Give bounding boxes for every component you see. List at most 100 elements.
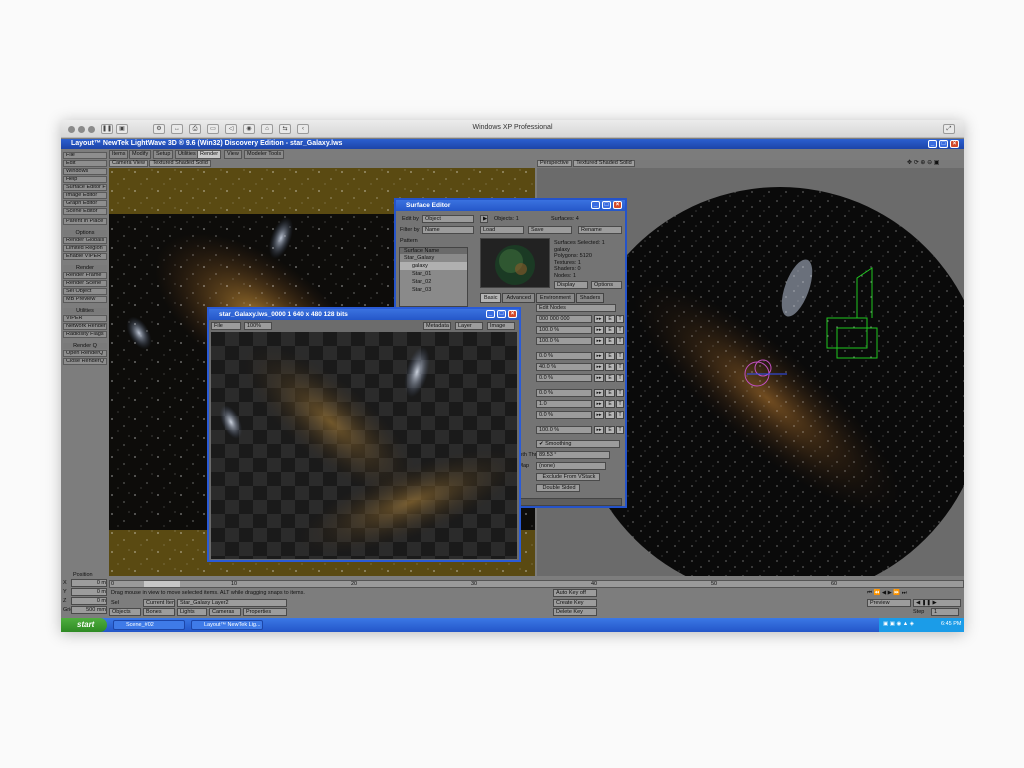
properties-button[interactable]: Properties	[243, 608, 287, 616]
btn-enable-viper[interactable]: Enable VIPER	[63, 253, 107, 260]
surface-list-item[interactable]: Star_02	[400, 278, 467, 286]
tab-view[interactable]: View	[224, 150, 242, 159]
playback-controls[interactable]: ⏮ ⏪ ◀ ▶ ⏩ ⏭	[867, 589, 963, 597]
iv-minimize-button[interactable]: _	[486, 310, 495, 318]
shading-dropdown[interactable]: Textured Shaded Solid	[149, 160, 211, 167]
preview-dropdown[interactable]: Preview	[867, 599, 911, 607]
property-value-input[interactable]: 0.0 %	[536, 352, 592, 360]
texture-t-button[interactable]: T	[616, 389, 624, 397]
fullscreen-icon[interactable]: ⤢	[943, 124, 955, 134]
envelope-e-button[interactable]: E	[605, 426, 615, 434]
property-value-input[interactable]: 100.0 %	[536, 337, 592, 345]
iv-file-menu[interactable]: File	[211, 322, 241, 330]
se-close-button[interactable]: ×	[613, 201, 622, 209]
shading-dropdown-right[interactable]: Textured Shaded Solid	[573, 160, 635, 167]
envelope-e-button[interactable]: E	[605, 374, 615, 382]
btn-render-scene[interactable]: Render Scene	[63, 280, 107, 287]
create-key-button[interactable]: Create Key	[553, 599, 597, 607]
surface-list[interactable]: Surface Name Star_Galaxy galaxy Star_01 Sta…	[399, 247, 468, 307]
grid-size-input[interactable]: 500 mm	[71, 606, 107, 614]
objects-button[interactable]: Objects	[109, 608, 141, 616]
btn-network-render[interactable]: Network Render	[63, 323, 107, 330]
btn-limited-region[interactable]: Limited Region	[63, 245, 107, 252]
envelope-button[interactable]: ▸▸	[594, 389, 604, 397]
edit-nodes-button[interactable]: Edit Nodes	[536, 304, 616, 312]
lights-button[interactable]: Lights	[177, 608, 207, 616]
filter-by-dropdown[interactable]: Name	[422, 226, 474, 234]
texture-t-button[interactable]: T	[616, 363, 624, 371]
property-value-input[interactable]: 0.0 %	[536, 411, 592, 419]
se-maximize-button[interactable]: □	[602, 201, 611, 209]
envelope-e-button[interactable]: E	[605, 315, 615, 323]
texture-t-button[interactable]: T	[616, 411, 624, 419]
btn-render-globals[interactable]: Render Globals	[63, 237, 107, 244]
vertex-map-dropdown[interactable]: (none)	[536, 462, 606, 470]
property-value-input[interactable]: 100.0 %	[536, 326, 592, 334]
taskbar-item-layout[interactable]: Layout™ NewTek Lig...	[191, 620, 263, 630]
iv-image-dropdown[interactable]: Image	[487, 322, 515, 330]
btn-sel-object[interactable]: Sel Object	[63, 288, 107, 295]
iv-metadata-button[interactable]: Metadata	[423, 322, 451, 330]
iv-close-button[interactable]: ×	[508, 310, 517, 318]
iv-layer-dropdown[interactable]: Layer	[455, 322, 483, 330]
save-button[interactable]: Save	[528, 226, 572, 234]
subtab-basic[interactable]: Basic	[480, 293, 502, 303]
envelope-button[interactable]: ▸▸	[594, 411, 604, 419]
tab-items[interactable]: Items	[109, 150, 129, 159]
envelope-e-button[interactable]: E	[605, 352, 615, 360]
close-button[interactable]: ×	[950, 140, 959, 148]
load-button[interactable]: Load	[480, 226, 524, 234]
subtab-shaders[interactable]: Shaders	[575, 293, 605, 303]
collapse-arrow[interactable]: ▶	[480, 215, 488, 223]
bones-button[interactable]: Bones	[143, 608, 175, 616]
btn-render-frame[interactable]: Render Frame	[63, 272, 107, 279]
surface-list-item[interactable]: Star_03	[400, 286, 467, 294]
texture-t-button[interactable]: T	[616, 315, 624, 323]
property-value-input[interactable]: 0.0 %	[536, 389, 592, 397]
envelope-button[interactable]: ▸▸	[594, 315, 604, 323]
menu-help[interactable]: Help	[63, 176, 107, 183]
menu-file[interactable]: File	[63, 152, 107, 159]
menu-surface-editor-f5[interactable]: Surface Editor F5	[63, 184, 107, 191]
x-position-input[interactable]: 0 m	[71, 579, 107, 587]
property-value-input[interactable]: 0.0 %	[536, 374, 592, 382]
tab-modify[interactable]: Modify	[129, 150, 152, 159]
tab-setup[interactable]: Setup	[153, 150, 174, 159]
property-value-input[interactable]: 40.0 %	[536, 363, 592, 371]
exclude-vstack-button[interactable]: Exclude From VStack	[536, 473, 600, 481]
menu-image-editor[interactable]: Image Editor	[63, 192, 107, 199]
edit-by-dropdown[interactable]: Object	[422, 215, 474, 223]
tab-utilities[interactable]: Utilities	[175, 150, 199, 159]
surface-list-item[interactable]: galaxy	[400, 262, 467, 270]
envelope-button[interactable]: ▸▸	[594, 337, 604, 345]
property-value-input[interactable]: 000 000 000	[536, 315, 592, 323]
smooth-threshold-input[interactable]: 89.53 °	[536, 451, 610, 459]
auto-key-button[interactable]: Auto Key off	[553, 589, 597, 597]
step-input[interactable]: 1	[931, 608, 959, 616]
current-item-dropdown[interactable]: Star_Galaxy Layer2	[177, 599, 287, 607]
double-sided-checkbox[interactable]: Double Sided	[536, 484, 580, 492]
envelope-button[interactable]: ▸▸	[594, 426, 604, 434]
texture-t-button[interactable]: T	[616, 426, 624, 434]
view-type-dropdown[interactable]: Camera View	[109, 160, 148, 167]
viewport-nav-icons[interactable]: ✥ ⟳ ⊕ ⊖ ▣	[907, 160, 939, 167]
iv-zoom-dropdown[interactable]: 100%	[244, 322, 272, 330]
surface-list-item[interactable]: Star_01	[400, 270, 467, 278]
play-controls[interactable]: ◀ ❚❚ ▶	[913, 599, 961, 607]
envelope-button[interactable]: ▸▸	[594, 326, 604, 334]
taskbar-item-scene[interactable]: Scene_#02	[113, 620, 185, 630]
envelope-e-button[interactable]: E	[605, 389, 615, 397]
tab-modeler-tools[interactable]: Modeler Tools	[244, 150, 285, 159]
cameras-button[interactable]: Cameras	[209, 608, 241, 616]
btn-mb-preview[interactable]: MB Preview	[63, 296, 107, 303]
btn-radiosity-flags[interactable]: Radiosity Flags	[63, 331, 107, 338]
btn-viper[interactable]: VIPER	[63, 315, 107, 322]
texture-t-button[interactable]: T	[616, 374, 624, 382]
menu-scene-editor[interactable]: Scene Editor	[63, 208, 107, 215]
subtab-environment[interactable]: Environment	[535, 293, 575, 303]
delete-key-button[interactable]: Delete Key	[553, 608, 597, 616]
envelope-e-button[interactable]: E	[605, 400, 615, 408]
timeline-slider[interactable]	[144, 581, 180, 587]
smoothing-checkbox[interactable]: ✔ Smoothing	[536, 440, 620, 448]
iv-maximize-button[interactable]: □	[497, 310, 506, 318]
